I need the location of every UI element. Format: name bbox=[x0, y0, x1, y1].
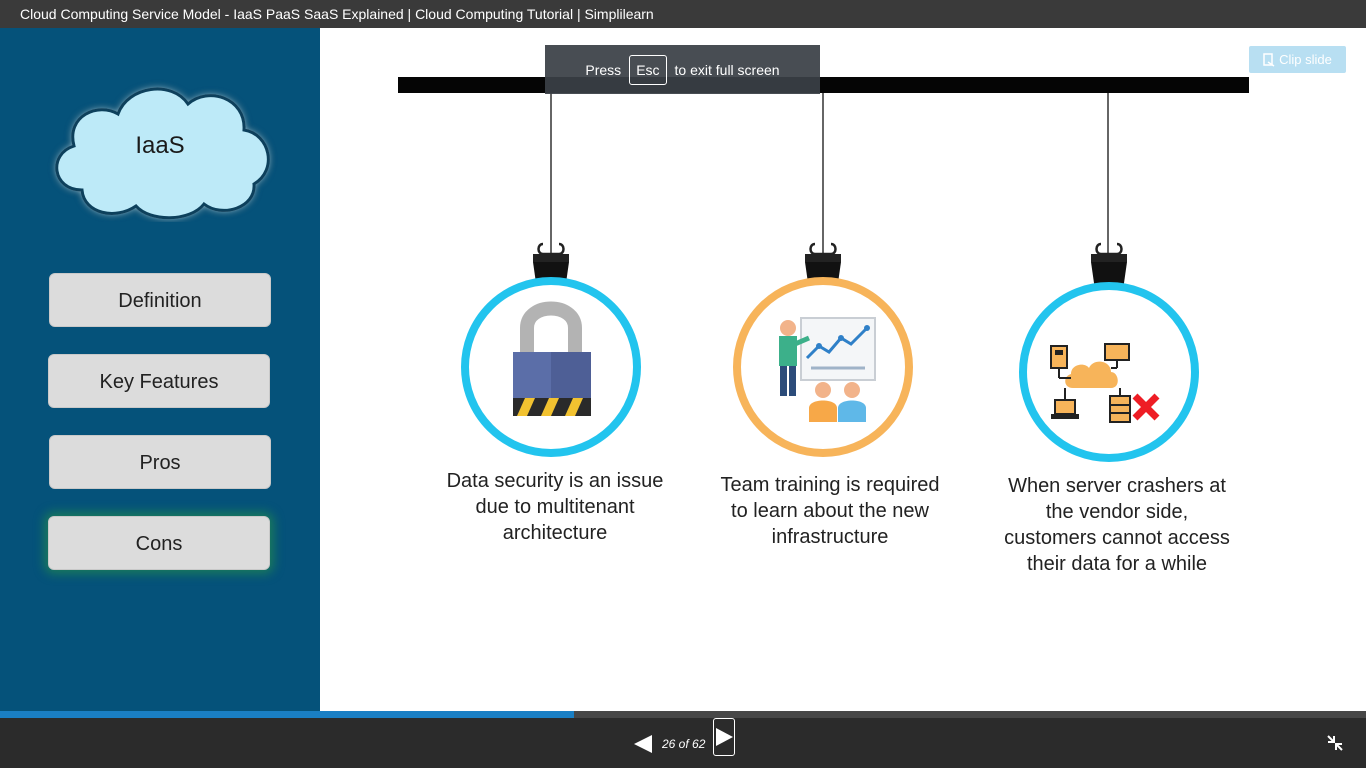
card-caption-training: Team training is required to learn about… bbox=[695, 472, 965, 550]
caption-line: to learn about the new bbox=[731, 500, 929, 522]
caption-line: their data for a while bbox=[1026, 553, 1208, 575]
card-caption-security: Data security is an issue due to multite… bbox=[420, 468, 690, 546]
caption-line: infrastructure bbox=[771, 526, 889, 548]
caption-line: Team training is required bbox=[720, 474, 940, 496]
previous-slide-icon[interactable] bbox=[632, 733, 654, 755]
caption-line: architecture bbox=[502, 522, 608, 544]
exit-fullscreen-icon[interactable] bbox=[1326, 734, 1344, 752]
server-crash-icon bbox=[1019, 242, 1199, 462]
player-controls: 26 of 62 bbox=[0, 718, 1366, 768]
caption-line: the vendor side, bbox=[1045, 501, 1189, 523]
next-slide-icon bbox=[716, 728, 733, 746]
caption-line: Data security is an issue bbox=[446, 470, 664, 492]
window-title: Cloud Computing Service Model - IaaS Paa… bbox=[0, 0, 1366, 28]
next-slide-button[interactable] bbox=[713, 718, 735, 756]
fullscreen-toast: Press Esc to exit full screen bbox=[545, 45, 820, 94]
caption-line: When server crashers at bbox=[1008, 475, 1226, 497]
toast-text-before: Press bbox=[585, 61, 622, 78]
progress-fill bbox=[0, 711, 574, 718]
progress-bar[interactable] bbox=[0, 711, 1366, 718]
slide-counter: 26 of 62 bbox=[662, 737, 706, 751]
esc-key-badge: Esc bbox=[629, 54, 667, 85]
clip-slide-label: Clip slide bbox=[1279, 52, 1332, 67]
team-training-icon bbox=[733, 242, 913, 457]
toast-text-after: to exit full screen bbox=[674, 61, 780, 78]
clip-icon bbox=[1263, 52, 1275, 67]
caption-line: due to multitenant bbox=[475, 496, 635, 518]
caption-line: customers cannot access bbox=[1004, 527, 1230, 549]
card-caption-server-crash: When server crashers at the vendor side,… bbox=[972, 473, 1262, 577]
padlock-icon bbox=[461, 242, 641, 457]
clip-slide-button[interactable]: Clip slide bbox=[1249, 46, 1346, 73]
slide-stage: IaaS Definition Key Features Pros Cons D… bbox=[0, 28, 1366, 711]
